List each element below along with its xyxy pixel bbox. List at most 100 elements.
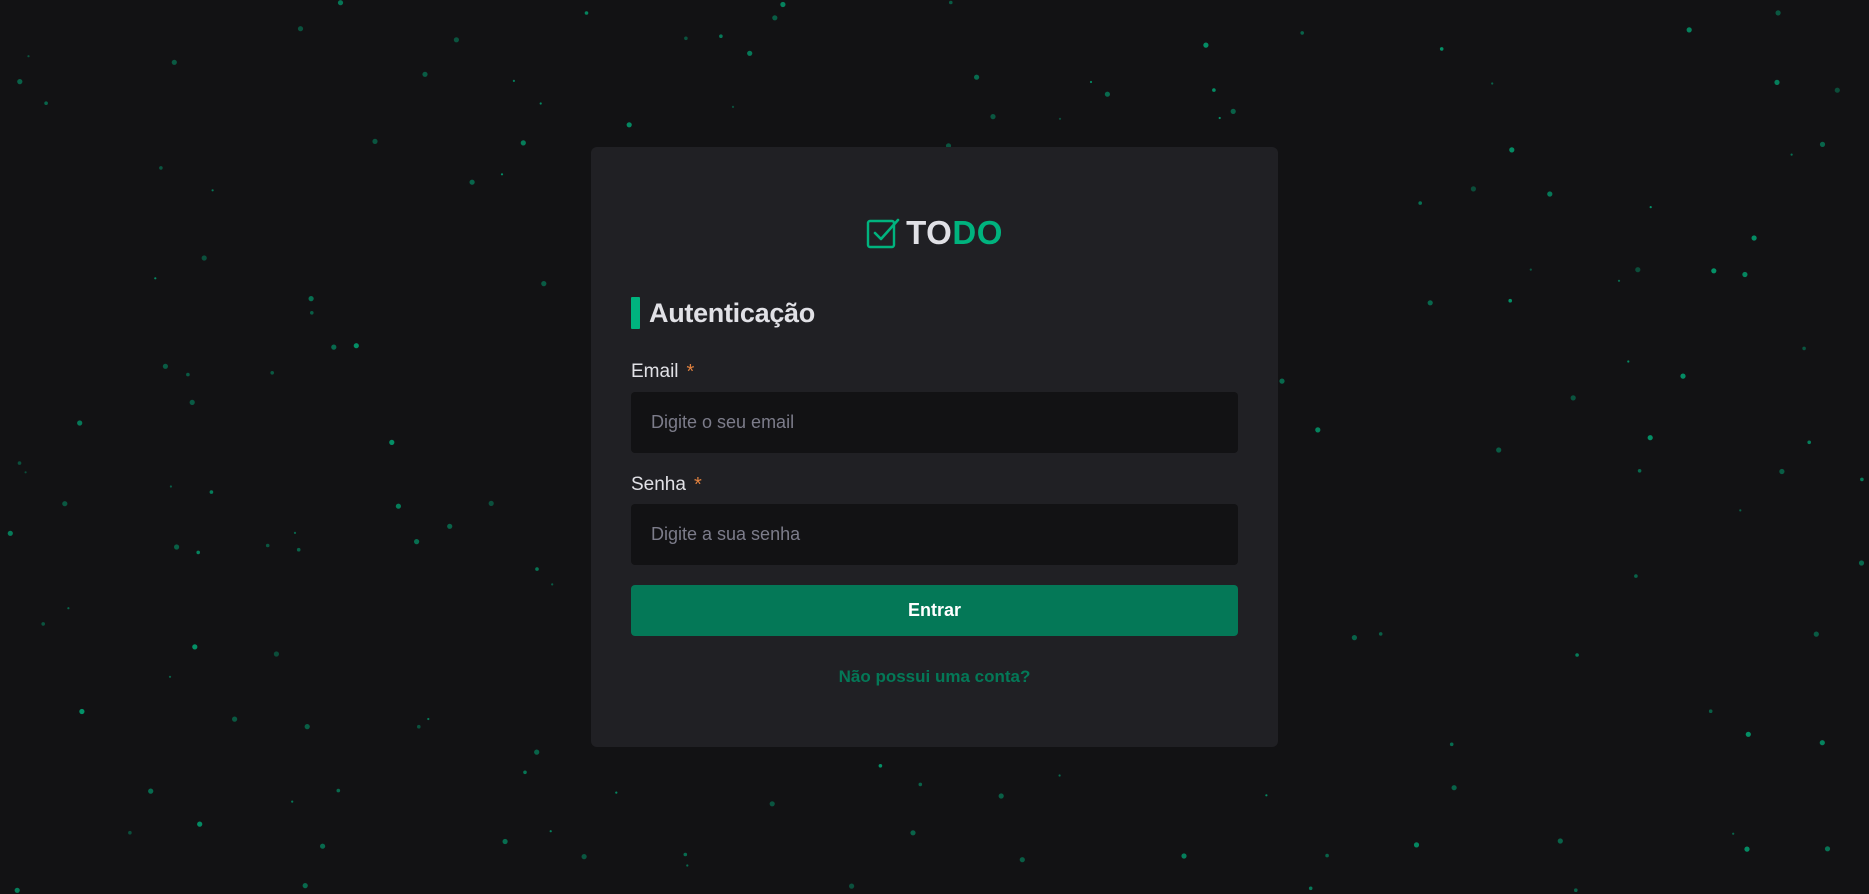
star-dot <box>1300 31 1304 35</box>
star-dot <box>389 439 395 445</box>
star-dot <box>1509 147 1515 153</box>
signup-link[interactable]: Não possui uma conta? <box>591 667 1278 687</box>
star-dot <box>1570 395 1576 401</box>
email-input[interactable] <box>631 392 1238 453</box>
star-dot <box>686 864 689 867</box>
star-dot <box>1775 10 1781 16</box>
star-dot <box>1574 888 1578 892</box>
star-dot <box>1647 435 1653 441</box>
star-dot <box>488 500 494 506</box>
star-dot <box>232 716 238 722</box>
star-dot <box>1744 846 1750 852</box>
star-dot <box>469 179 475 185</box>
star-dot <box>502 838 508 845</box>
star-dot <box>1732 832 1735 835</box>
logo-text-to: TO <box>906 214 953 251</box>
star-dot <box>1739 509 1742 512</box>
star-dot <box>1635 267 1641 273</box>
star-dot <box>1451 785 1457 791</box>
star-dot <box>1058 117 1062 120</box>
star-dot <box>196 550 200 555</box>
star-dot <box>551 583 554 586</box>
star-dot <box>1819 141 1826 147</box>
star-dot <box>1378 632 1383 636</box>
star-dot <box>1637 469 1642 473</box>
star-dot <box>1218 116 1221 120</box>
star-dot <box>79 708 85 715</box>
star-dot <box>1813 631 1819 637</box>
star-dot <box>304 724 310 730</box>
star-dot <box>1019 857 1025 863</box>
star-dot <box>1325 853 1329 858</box>
star-dot <box>1634 574 1638 578</box>
star-dot <box>512 79 516 82</box>
star-dot <box>308 296 314 302</box>
star-dot <box>500 173 504 176</box>
password-label-text: Senha <box>631 474 686 495</box>
login-button[interactable]: Entrar <box>631 585 1238 636</box>
star-dot <box>14 887 20 893</box>
star-dot <box>1265 794 1268 797</box>
star-dot <box>209 490 214 494</box>
star-dot <box>192 644 198 650</box>
star-dot <box>24 471 27 474</box>
star-dot <box>684 36 688 41</box>
star-dot <box>1617 279 1621 282</box>
star-dot <box>1807 440 1811 445</box>
star-dot <box>584 11 589 15</box>
star-dot <box>615 791 618 794</box>
star-dot <box>1279 378 1285 384</box>
star-dot <box>270 371 275 375</box>
star-dot <box>520 140 526 146</box>
star-dot <box>1470 186 1476 192</box>
star-dot <box>683 852 688 857</box>
star-dot <box>1496 447 1502 453</box>
app-logo: TODO <box>591 215 1278 251</box>
star-dot <box>336 788 341 793</box>
title-accent-bar <box>631 297 640 329</box>
star-dot <box>128 830 132 835</box>
star-dot <box>1058 774 1061 777</box>
star-dot <box>162 363 168 369</box>
star-dot <box>731 105 735 108</box>
star-dot <box>626 122 632 128</box>
star-dot <box>1230 108 1236 114</box>
star-dot <box>1802 346 1806 351</box>
star-dot <box>453 37 459 43</box>
password-input[interactable] <box>631 504 1238 565</box>
star-dot <box>1181 853 1187 859</box>
star-dot <box>1308 886 1313 891</box>
star-dot <box>422 71 428 77</box>
email-label: Email * <box>631 360 694 384</box>
star-dot <box>1413 842 1420 848</box>
star-dot <box>1508 298 1512 303</box>
star-dot <box>44 101 48 105</box>
star-dot <box>148 788 154 794</box>
star-dot <box>320 843 326 849</box>
star-dot <box>302 883 308 889</box>
star-dot <box>1315 427 1321 433</box>
star-dot <box>780 1 786 8</box>
star-dot <box>171 59 177 65</box>
star-dot <box>719 34 723 38</box>
required-mark: * <box>686 360 695 383</box>
star-dot <box>1418 201 1422 205</box>
star-dot <box>974 74 980 80</box>
star-dot <box>62 501 68 507</box>
star-dot <box>273 651 279 657</box>
star-dot <box>1449 742 1454 747</box>
star-dot <box>949 0 953 5</box>
star-dot <box>353 343 359 349</box>
star-dot <box>1439 47 1444 51</box>
star-dot <box>918 782 923 787</box>
star-dot <box>1790 153 1793 156</box>
star-dot <box>154 277 157 280</box>
star-dot <box>1575 653 1579 657</box>
form-title-text: Autenticação <box>649 297 815 328</box>
star-dot <box>414 539 420 545</box>
star-dot <box>201 255 207 261</box>
star-dot <box>849 883 855 889</box>
star-dot <box>67 607 70 610</box>
star-dot <box>1547 191 1553 197</box>
star-dot <box>1089 80 1093 84</box>
